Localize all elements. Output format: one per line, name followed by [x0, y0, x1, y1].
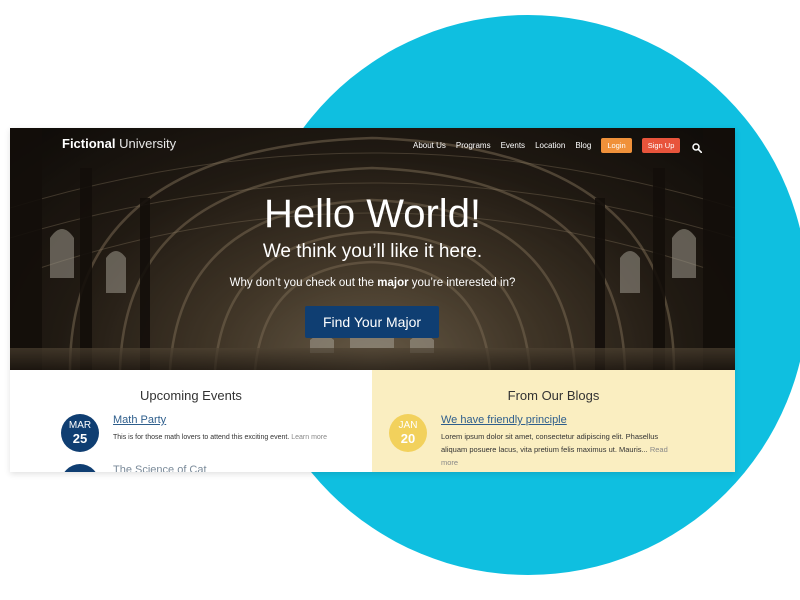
find-major-button[interactable]: Find Your Major: [305, 306, 439, 338]
hero-tagline-bold: major: [377, 277, 409, 289]
learn-more-link[interactable]: Learn more: [291, 434, 327, 441]
stage: Fictional University About Us Programs E…: [0, 0, 800, 600]
lower-section: Upcoming Events MAR 25 Math Party This i…: [10, 370, 735, 472]
blog-item: JAN 20 We have friendly principle Lorem …: [389, 414, 719, 472]
event-item: MAR 25 Math Party This is for those math…: [61, 414, 361, 458]
event-day: 25: [72, 431, 88, 446]
logo-bold-text: Fictional: [62, 136, 116, 151]
hero-tagline-end: you’re interested in?: [408, 277, 516, 289]
hero-subtitle: We think you’ll like it here.: [262, 241, 483, 262]
blogs-column: From Our Blogs JAN 20 We have friendly p…: [372, 370, 735, 472]
blog-month: JAN: [398, 420, 418, 431]
event-date-badge[interactable]: [61, 464, 99, 472]
nav-location[interactable]: Location: [535, 141, 565, 150]
hero-title: Hello World!: [263, 192, 482, 236]
hero-section: Fictional University About Us Programs E…: [10, 128, 735, 370]
logo-light-text: University: [119, 136, 177, 151]
event-description-text: This is for those math lovers to attend …: [113, 434, 290, 441]
blog-title-link[interactable]: We have friendly principle: [441, 414, 567, 426]
search-icon[interactable]: [692, 140, 703, 154]
event-date-badge[interactable]: MAR 25: [61, 414, 99, 452]
nav-programs[interactable]: Programs: [456, 141, 491, 150]
website-screenshot: Fictional University About Us Programs E…: [10, 128, 735, 472]
event-item: The Science of Cat: [61, 464, 361, 472]
blog-day: 20: [400, 431, 416, 446]
events-heading: Upcoming Events: [140, 388, 242, 403]
nav-about[interactable]: About Us: [413, 141, 446, 150]
events-column: Upcoming Events MAR 25 Math Party This i…: [10, 370, 372, 472]
nav-blog[interactable]: Blog: [575, 141, 591, 150]
blogs-heading: From Our Blogs: [507, 388, 600, 403]
event-month: MAR: [68, 420, 92, 431]
blog-date-badge[interactable]: JAN 20: [389, 414, 427, 452]
site-logo[interactable]: Fictional University: [62, 136, 176, 151]
event-title-link[interactable]: The Science of Cat: [113, 464, 207, 472]
event-description: This is for those math lovers to attend …: [113, 431, 358, 444]
hero-tagline-start: Why don’t you check out the: [229, 277, 378, 289]
signup-button[interactable]: Sign Up: [641, 137, 681, 153]
event-title-link[interactable]: Math Party: [113, 414, 166, 426]
site-header: Fictional University About Us Programs E…: [10, 128, 735, 162]
login-button[interactable]: Login: [601, 137, 632, 153]
blog-excerpt: Lorem ipsum dolor sit amet, consectetur …: [441, 430, 681, 469]
hero-tagline: Why don’t you check out the major you’re…: [10, 276, 735, 290]
nav-events[interactable]: Events: [501, 141, 525, 150]
main-nav: About Us Programs Events Location Blog L…: [413, 137, 703, 154]
blog-excerpt-text: Lorem ipsum dolor sit amet, consectetur …: [441, 432, 659, 454]
